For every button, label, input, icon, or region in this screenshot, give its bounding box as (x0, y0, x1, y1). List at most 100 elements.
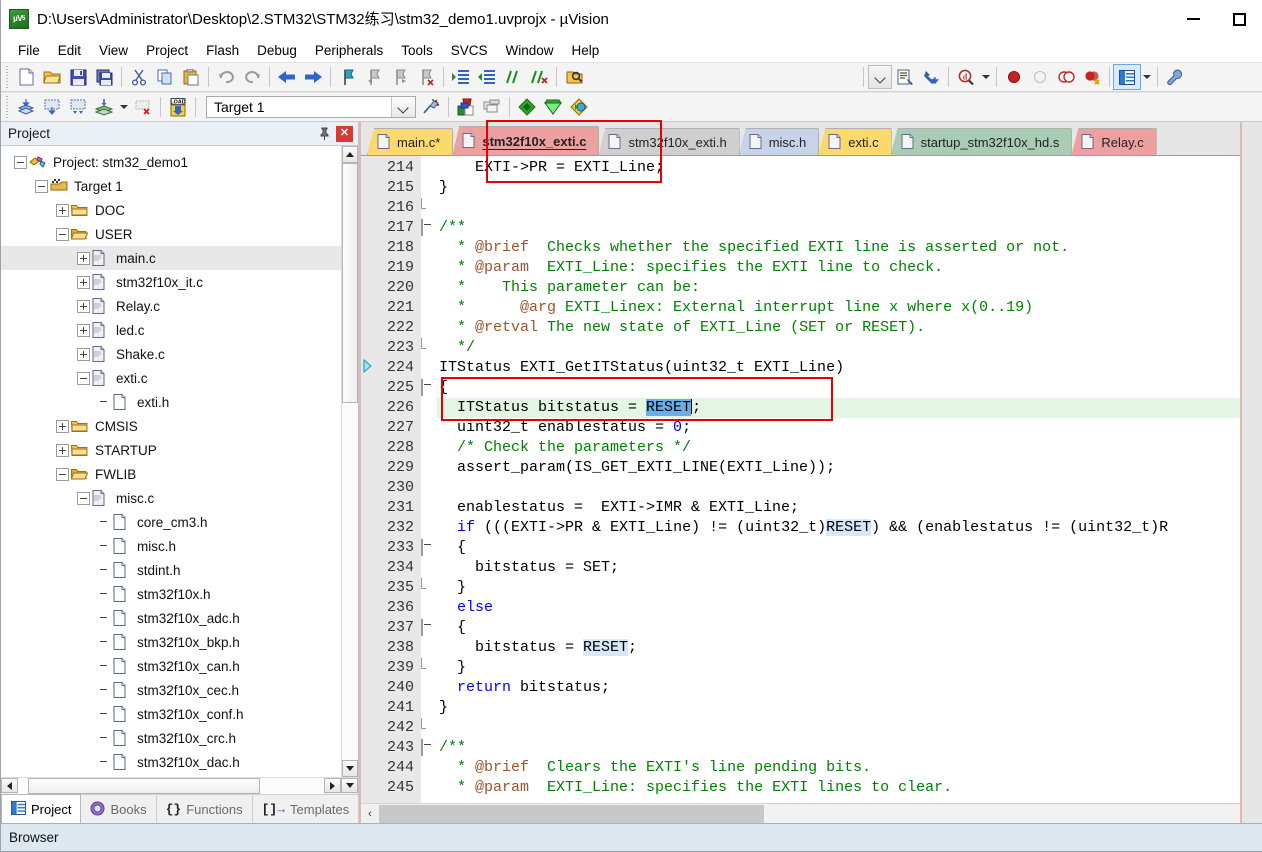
scroll-left-button[interactable] (1, 778, 18, 793)
menu-svcs[interactable]: SVCS (442, 41, 497, 60)
gutter-cell[interactable] (361, 276, 375, 296)
editor-hscrollbar[interactable]: ‹ (361, 803, 1240, 823)
tree-item-target-1[interactable]: Target 1 (1, 174, 341, 198)
gutter-cell[interactable] (361, 616, 375, 636)
bookmark-toggle-icon[interactable] (335, 65, 361, 89)
gutter-cell[interactable] (361, 716, 375, 736)
code-line[interactable]: return bitstatus; (437, 678, 1240, 698)
code-line[interactable]: /** (437, 218, 1240, 238)
document-tab-stm32f10x-exti-h[interactable]: stm32f10x_exti.h (598, 128, 740, 155)
gutter-cell[interactable] (361, 156, 375, 176)
tree-item-stm32f10x-h[interactable]: stm32f10x.h (1, 582, 341, 606)
code-content[interactable]: EXTI->PR = EXTI_Line;} /** * @brief Check… (437, 156, 1240, 803)
fold-toggle[interactable] (421, 538, 437, 558)
minimize-button[interactable] (1170, 0, 1216, 38)
gutter-cell[interactable] (361, 776, 375, 796)
collapse-minus-icon[interactable] (77, 371, 90, 385)
bookmark-prev-icon[interactable] (361, 65, 387, 89)
project-window-icon[interactable] (1113, 64, 1141, 90)
collapse-minus-icon[interactable] (35, 179, 48, 193)
menu-file[interactable]: File (9, 41, 49, 60)
tree-item-fwlib[interactable]: FWLIB (1, 462, 341, 486)
expand-plus-icon[interactable] (77, 299, 90, 313)
tree-item-stm32f10x-dac-h[interactable]: stm32f10x_dac.h (1, 750, 341, 774)
execution-marker-icon[interactable] (361, 356, 375, 376)
tree-item-shake-c[interactable]: Shake.c (1, 342, 341, 366)
panel-tab-templates[interactable]: []→ Templates (253, 796, 360, 823)
gutter-cell[interactable] (361, 416, 375, 436)
gutter-cell[interactable] (361, 376, 375, 396)
gutter-cell[interactable] (361, 216, 375, 236)
tree-item-core-cm3-h[interactable]: core_cm3.h (1, 510, 341, 534)
find-icon[interactable]: d (953, 65, 979, 89)
download-load-icon[interactable]: LOAD (165, 95, 191, 119)
gutter-cell[interactable] (361, 476, 375, 496)
open-file-icon[interactable] (39, 65, 65, 89)
manage-runtime-icon[interactable] (540, 95, 566, 119)
new-file-icon[interactable] (13, 65, 39, 89)
target-select[interactable]: Target 1 (206, 96, 416, 118)
collapse-minus-icon[interactable] (14, 155, 27, 169)
code-line[interactable]: * @retval The new state of EXTI_Line (SE… (437, 318, 1240, 338)
expand-plus-icon[interactable] (77, 347, 90, 361)
toolbar-overflow-button[interactable] (868, 65, 892, 89)
tree-item-stm32f10x-can-h[interactable]: stm32f10x_can.h (1, 654, 341, 678)
gutter-cell[interactable] (361, 636, 375, 656)
document-tab-startup-stm32f10x-hd-s[interactable]: startup_stm32f10x_hd.s (890, 128, 1073, 155)
stop-build-icon[interactable] (130, 95, 156, 119)
breakpoint-enable-icon[interactable] (1027, 65, 1053, 89)
code-line[interactable]: EXTI->PR = EXTI_Line; (437, 158, 1240, 178)
code-line[interactable]: * @param EXTI_Line: specifies the EXTI l… (437, 258, 1240, 278)
translate-icon[interactable] (13, 95, 39, 119)
gutter-cell[interactable] (361, 756, 375, 776)
menu-project[interactable]: Project (137, 41, 197, 60)
tree-item-doc[interactable]: DOC (1, 198, 341, 222)
gutter-cell[interactable] (361, 456, 375, 476)
panel-tab-project[interactable]: Project (1, 794, 82, 823)
code-line[interactable]: /* Check the parameters */ (437, 438, 1240, 458)
toolbar-grip[interactable] (4, 96, 10, 118)
vscroll-thumb[interactable] (342, 163, 358, 403)
code-line[interactable]: { (437, 618, 1240, 638)
tree-item-led-c[interactable]: led.c (1, 318, 341, 342)
fold-collapse-icon[interactable] (421, 379, 423, 396)
expand-plus-icon[interactable] (56, 203, 69, 217)
manage-components-icon[interactable] (479, 95, 505, 119)
expand-plus-icon[interactable] (56, 419, 69, 433)
expand-plus-icon[interactable] (56, 443, 69, 457)
editor-gutter-markers[interactable] (361, 156, 375, 803)
gutter-cell[interactable] (361, 556, 375, 576)
gutter-cell[interactable] (361, 296, 375, 316)
code-line[interactable]: */ (437, 338, 1240, 358)
gutter-cell[interactable] (361, 496, 375, 516)
panel-tab-books[interactable]: Books (81, 796, 157, 823)
paste-icon[interactable] (178, 65, 204, 89)
editor-hscroll-track[interactable] (379, 804, 1240, 823)
menu-window[interactable]: Window (496, 41, 562, 60)
tree-item-misc-c[interactable]: misc.c (1, 486, 341, 510)
gutter-cell[interactable] (361, 236, 375, 256)
menu-flash[interactable]: Flash (197, 41, 248, 60)
save-icon[interactable] (65, 65, 91, 89)
project-tree-hscrollbar[interactable] (1, 777, 358, 794)
fold-collapse-icon[interactable] (421, 619, 423, 636)
project-window-dropdown-caret[interactable] (1140, 65, 1153, 89)
fold-collapse-icon[interactable] (421, 739, 423, 756)
gutter-cell[interactable] (361, 696, 375, 716)
tree-item-exti-h[interactable]: exti.h (1, 390, 341, 414)
gutter-cell[interactable] (361, 256, 375, 276)
code-line[interactable]: bitstatus = RESET; (437, 638, 1240, 658)
fold-collapse-icon[interactable] (421, 219, 423, 236)
batch-build-icon[interactable] (91, 95, 117, 119)
fold-toggle[interactable] (421, 738, 437, 758)
collapse-minus-icon[interactable] (56, 227, 69, 241)
code-line[interactable]: bitstatus = SET; (437, 558, 1240, 578)
code-line[interactable]: enablestatus = EXTI->IMR & EXTI_Line; (437, 498, 1240, 518)
code-line[interactable]: ITStatus EXTI_GetITStatus(uint32_t EXTI_… (437, 358, 1240, 378)
editor-hscroll-thumb[interactable] (379, 804, 764, 823)
tree-item-main-c[interactable]: main.c (1, 246, 341, 270)
find-dropdown-caret[interactable] (979, 65, 992, 89)
menu-peripherals[interactable]: Peripherals (306, 41, 392, 60)
build-icon[interactable] (39, 95, 65, 119)
tree-item-stm32f10x-crc-h[interactable]: stm32f10x_crc.h (1, 726, 341, 750)
